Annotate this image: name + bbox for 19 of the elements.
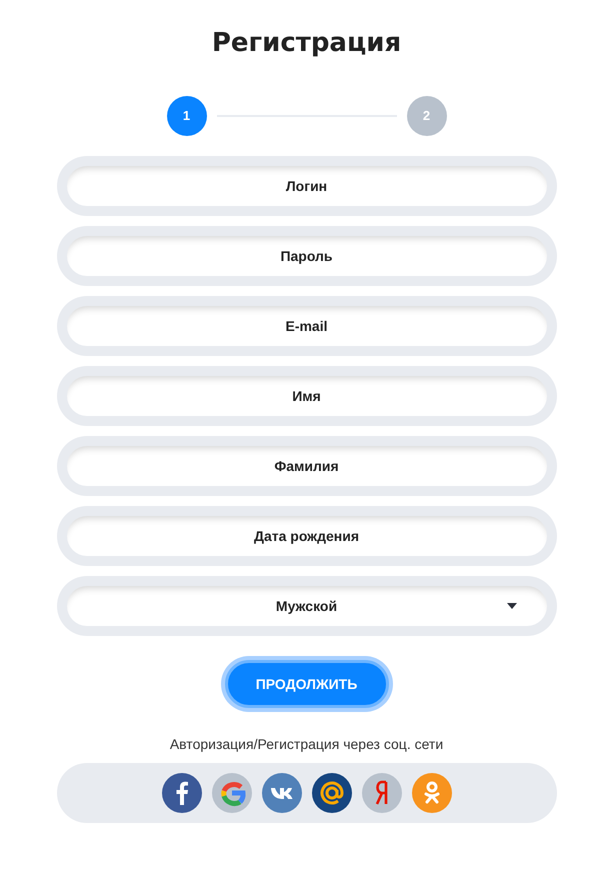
social-caption: Авторизация/Регистрация через соц. сети: [170, 735, 444, 754]
mail-logo-icon[interactable]: [312, 773, 352, 813]
input-field[interactable]: E-mail: [66, 306, 546, 346]
step-indicator[interactable]: 1: [166, 96, 206, 136]
input-field[interactable]: Имя: [66, 376, 546, 416]
continue-button[interactable]: ПРОДОЛЖИТЬ: [224, 660, 388, 708]
gender-select[interactable]: Мужской: [66, 586, 546, 626]
dropdown-caret-icon: [506, 603, 516, 609]
select-value: Мужской: [276, 596, 338, 616]
vk-logo-icon[interactable]: [262, 773, 302, 813]
page-title: Регистрация: [212, 27, 402, 60]
google-logo-icon[interactable]: [212, 773, 252, 813]
facebook-logo-icon[interactable]: [162, 773, 202, 813]
input-field[interactable]: Дата рождения: [66, 516, 546, 556]
input-field[interactable]: Логин: [66, 166, 546, 206]
input-field[interactable]: Фамилия: [66, 446, 546, 486]
ok-logo-icon[interactable]: [412, 773, 452, 813]
yandex-logo-icon[interactable]: [362, 773, 402, 813]
input-field[interactable]: Пароль: [66, 236, 546, 276]
